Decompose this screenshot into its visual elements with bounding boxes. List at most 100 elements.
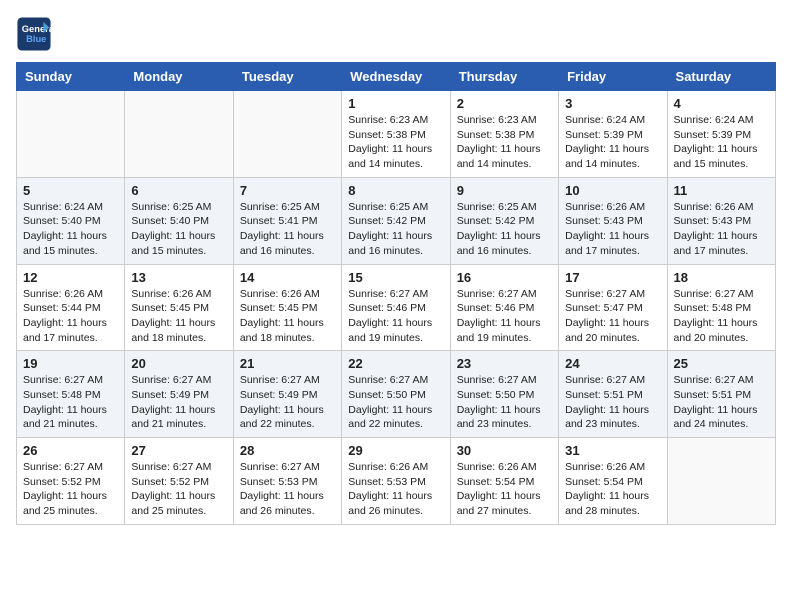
calendar-cell: 31Sunrise: 6:26 AMSunset: 5:54 PMDayligh…	[559, 438, 667, 525]
calendar-cell: 20 Sunrise: 6:27 AMSunset: 5:49 PMDayligh…	[125, 351, 233, 438]
day-number: 27	[131, 443, 226, 458]
calendar-cell	[125, 91, 233, 178]
day-info: Sunrise: 6:26 AMSunset: 5:44 PMDaylight:…	[23, 287, 118, 346]
weekday-header-row: SundayMondayTuesdayWednesdayThursdayFrid…	[17, 63, 776, 91]
day-info: Sunrise: 6:27 AMSunset: 5:51 PMDaylight:…	[565, 373, 660, 432]
calendar-cell: 4 Sunrise: 6:24 AMSunset: 5:39 PMDaylight…	[667, 91, 775, 178]
day-number: 28	[240, 443, 335, 458]
day-number: 30	[457, 443, 552, 458]
calendar-cell: 27 Sunrise: 6:27 AMSunset: 5:52 PMDayligh…	[125, 438, 233, 525]
day-number: 24	[565, 356, 660, 371]
day-number: 9	[457, 183, 552, 198]
day-number: 12	[23, 270, 118, 285]
weekday-header-wednesday: Wednesday	[342, 63, 450, 91]
weekday-header-monday: Monday	[125, 63, 233, 91]
calendar-cell: 26 Sunrise: 6:27 AMSunset: 5:52 PMDayligh…	[17, 438, 125, 525]
calendar-cell: 8 Sunrise: 6:25 AMSunset: 5:42 PMDaylight…	[342, 177, 450, 264]
day-info: Sunrise: 6:24 AMSunset: 5:39 PMDaylight:…	[674, 113, 769, 172]
day-number: 21	[240, 356, 335, 371]
calendar-cell: 18Sunrise: 6:27 AMSunset: 5:48 PMDayligh…	[667, 264, 775, 351]
day-info: Sunrise: 6:27 AMSunset: 5:49 PMDaylight:…	[131, 373, 226, 432]
calendar-cell: 30 Sunrise: 6:26 AMSunset: 5:54 PMDayligh…	[450, 438, 558, 525]
day-info: Sunrise: 6:24 AMSunset: 5:40 PMDaylight:…	[23, 200, 118, 259]
calendar-cell: 6Sunrise: 6:25 AMSunset: 5:40 PMDaylight…	[125, 177, 233, 264]
day-info: Sunrise: 6:26 AMSunset: 5:45 PMDaylight:…	[240, 287, 335, 346]
day-info: Sunrise: 6:26 AMSunset: 5:54 PMDaylight:…	[457, 460, 552, 519]
day-number: 3	[565, 96, 660, 111]
calendar-cell	[233, 91, 341, 178]
calendar-table: SundayMondayTuesdayWednesdayThursdayFrid…	[16, 62, 776, 525]
day-info: Sunrise: 6:25 AMSunset: 5:42 PMDaylight:…	[457, 200, 552, 259]
day-number: 11	[674, 183, 769, 198]
calendar-cell: 11 Sunrise: 6:26 AMSunset: 5:43 PMDayligh…	[667, 177, 775, 264]
calendar-cell: 19 Sunrise: 6:27 AMSunset: 5:48 PMDayligh…	[17, 351, 125, 438]
day-info: Sunrise: 6:27 AMSunset: 5:46 PMDaylight:…	[457, 287, 552, 346]
day-info: Sunrise: 6:26 AMSunset: 5:43 PMDaylight:…	[565, 200, 660, 259]
day-info: Sunrise: 6:27 AMSunset: 5:50 PMDaylight:…	[457, 373, 552, 432]
header: General Blue	[16, 16, 776, 52]
day-info: Sunrise: 6:26 AMSunset: 5:45 PMDaylight:…	[131, 287, 226, 346]
day-info: Sunrise: 6:25 AMSunset: 5:42 PMDaylight:…	[348, 200, 443, 259]
day-number: 10	[565, 183, 660, 198]
day-number: 26	[23, 443, 118, 458]
calendar-cell: 29 Sunrise: 6:26 AMSunset: 5:53 PMDayligh…	[342, 438, 450, 525]
calendar-cell: 10 Sunrise: 6:26 AMSunset: 5:43 PMDayligh…	[559, 177, 667, 264]
day-info: Sunrise: 6:27 AMSunset: 5:49 PMDaylight:…	[240, 373, 335, 432]
day-info: Sunrise: 6:27 AMSunset: 5:52 PMDaylight:…	[131, 460, 226, 519]
day-info: Sunrise: 6:23 AMSunset: 5:38 PMDaylight:…	[348, 113, 443, 172]
day-info: Sunrise: 6:27 AMSunset: 5:50 PMDaylight:…	[348, 373, 443, 432]
calendar-cell	[17, 91, 125, 178]
day-number: 4	[674, 96, 769, 111]
calendar-cell: 3 Sunrise: 6:24 AMSunset: 5:39 PMDaylight…	[559, 91, 667, 178]
day-info: Sunrise: 6:26 AMSunset: 5:43 PMDaylight:…	[674, 200, 769, 259]
day-number: 29	[348, 443, 443, 458]
day-number: 2	[457, 96, 552, 111]
day-number: 23	[457, 356, 552, 371]
week-row-4: 19 Sunrise: 6:27 AMSunset: 5:48 PMDayligh…	[17, 351, 776, 438]
calendar-cell: 14 Sunrise: 6:26 AMSunset: 5:45 PMDayligh…	[233, 264, 341, 351]
day-info: Sunrise: 6:26 AMSunset: 5:54 PMDaylight:…	[565, 460, 660, 519]
day-number: 7	[240, 183, 335, 198]
day-info: Sunrise: 6:24 AMSunset: 5:39 PMDaylight:…	[565, 113, 660, 172]
week-row-3: 12 Sunrise: 6:26 AMSunset: 5:44 PMDayligh…	[17, 264, 776, 351]
day-number: 8	[348, 183, 443, 198]
day-info: Sunrise: 6:26 AMSunset: 5:53 PMDaylight:…	[348, 460, 443, 519]
weekday-header-thursday: Thursday	[450, 63, 558, 91]
day-number: 15	[348, 270, 443, 285]
day-number: 5	[23, 183, 118, 198]
calendar-cell: 7 Sunrise: 6:25 AMSunset: 5:41 PMDaylight…	[233, 177, 341, 264]
day-info: Sunrise: 6:27 AMSunset: 5:53 PMDaylight:…	[240, 460, 335, 519]
day-info: Sunrise: 6:27 AMSunset: 5:52 PMDaylight:…	[23, 460, 118, 519]
day-number: 16	[457, 270, 552, 285]
calendar-cell: 9 Sunrise: 6:25 AMSunset: 5:42 PMDaylight…	[450, 177, 558, 264]
logo-icon: General Blue	[16, 16, 52, 52]
calendar-cell	[667, 438, 775, 525]
calendar-cell: 21 Sunrise: 6:27 AMSunset: 5:49 PMDayligh…	[233, 351, 341, 438]
calendar-cell: 5 Sunrise: 6:24 AMSunset: 5:40 PMDaylight…	[17, 177, 125, 264]
day-info: Sunrise: 6:25 AMSunset: 5:41 PMDaylight:…	[240, 200, 335, 259]
week-row-5: 26 Sunrise: 6:27 AMSunset: 5:52 PMDayligh…	[17, 438, 776, 525]
calendar-cell: 13 Sunrise: 6:26 AMSunset: 5:45 PMDayligh…	[125, 264, 233, 351]
calendar-cell: 24 Sunrise: 6:27 AMSunset: 5:51 PMDayligh…	[559, 351, 667, 438]
calendar-cell: 28 Sunrise: 6:27 AMSunset: 5:53 PMDayligh…	[233, 438, 341, 525]
calendar-cell: 12 Sunrise: 6:26 AMSunset: 5:44 PMDayligh…	[17, 264, 125, 351]
calendar-cell: 16 Sunrise: 6:27 AMSunset: 5:46 PMDayligh…	[450, 264, 558, 351]
svg-text:Blue: Blue	[26, 34, 46, 44]
calendar-cell: 1Sunrise: 6:23 AMSunset: 5:38 PMDaylight…	[342, 91, 450, 178]
calendar-cell: 17Sunrise: 6:27 AMSunset: 5:47 PMDayligh…	[559, 264, 667, 351]
day-info: Sunrise: 6:27 AMSunset: 5:51 PMDaylight:…	[674, 373, 769, 432]
day-number: 18	[674, 270, 769, 285]
day-number: 14	[240, 270, 335, 285]
day-number: 13	[131, 270, 226, 285]
calendar-cell: 25 Sunrise: 6:27 AMSunset: 5:51 PMDayligh…	[667, 351, 775, 438]
week-row-2: 5 Sunrise: 6:24 AMSunset: 5:40 PMDaylight…	[17, 177, 776, 264]
calendar-cell: 2Sunrise: 6:23 AMSunset: 5:38 PMDaylight…	[450, 91, 558, 178]
day-number: 6	[131, 183, 226, 198]
day-number: 25	[674, 356, 769, 371]
day-number: 22	[348, 356, 443, 371]
day-number: 20	[131, 356, 226, 371]
day-info: Sunrise: 6:27 AMSunset: 5:48 PMDaylight:…	[23, 373, 118, 432]
day-info: Sunrise: 6:27 AMSunset: 5:47 PMDaylight:…	[565, 287, 660, 346]
calendar-cell: 23 Sunrise: 6:27 AMSunset: 5:50 PMDayligh…	[450, 351, 558, 438]
day-number: 19	[23, 356, 118, 371]
